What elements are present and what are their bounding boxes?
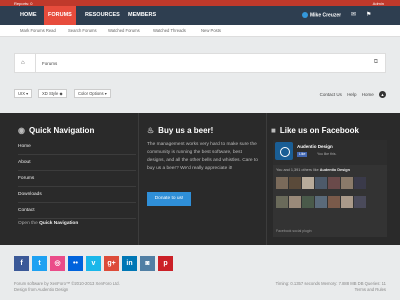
- beer-column: ♨ Buy us a beer! The management works ver…: [138, 113, 265, 245]
- facebook-heading: ■ Like us on Facebook: [271, 126, 359, 135]
- new-posts-link[interactable]: New Posts: [201, 28, 221, 33]
- fan-avatar[interactable]: [341, 177, 353, 189]
- quick-nav-home[interactable]: Home: [18, 139, 136, 155]
- copyright: Forum software by XenForo™ ©2010-2013 Xe…: [14, 281, 120, 293]
- fan-avatar[interactable]: [315, 177, 327, 189]
- fan-avatar[interactable]: [354, 196, 366, 208]
- style-controls: UIX ▾ XD Style ◆ Color Options ▾ Contact…: [14, 89, 386, 99]
- mark-forums-read-link[interactable]: Mark Forums Read: [20, 28, 56, 33]
- facebook-icon[interactable]: f: [14, 256, 29, 271]
- fan-avatar[interactable]: [302, 196, 314, 208]
- fan-avatar[interactable]: [302, 177, 314, 189]
- fan-avatar[interactable]: [289, 177, 301, 189]
- watched-forums-link[interactable]: Watched Forums: [108, 28, 140, 33]
- beer-icon: ♨: [147, 126, 155, 135]
- width-toggle-button[interactable]: UIX ▾: [14, 89, 33, 98]
- fan-avatar[interactable]: [276, 177, 288, 189]
- compass-icon: ◉: [18, 126, 25, 135]
- breadcrumb-forums[interactable]: Forums: [42, 61, 57, 66]
- fan-avatar[interactable]: [328, 196, 340, 208]
- fan-avatar[interactable]: [341, 196, 353, 208]
- home-icon[interactable]: ⌂: [21, 60, 25, 66]
- fb-page-name[interactable]: Audentio Design: [297, 144, 333, 149]
- username: Mike Creuzer: [310, 12, 342, 19]
- fb-like-count: You like this.: [317, 152, 337, 156]
- tab-home[interactable]: HOME: [20, 6, 37, 25]
- flickr-icon[interactable]: ••: [68, 256, 83, 271]
- footer-links: Contact Us Help Home ▲: [316, 91, 386, 98]
- main-nav: HOME FORUMS RESOURCES MEMBERS Mike Creuz…: [0, 6, 400, 25]
- open-quick-nav-link[interactable]: Open the Quick Navigation: [18, 221, 78, 226]
- help-link[interactable]: Help: [347, 92, 356, 97]
- page-logo[interactable]: [275, 142, 293, 160]
- footer-panel: ◉ Quick Navigation Home About Forums Down…: [0, 113, 400, 245]
- style-chooser-button[interactable]: XD Style ◆: [38, 89, 67, 98]
- dribbble-icon[interactable]: ◎: [50, 256, 65, 271]
- scroll-top-icon[interactable]: ▲: [379, 91, 386, 98]
- terms-link[interactable]: Terms and Rules: [276, 287, 386, 293]
- inbox-icon[interactable]: ✉: [351, 11, 356, 18]
- search-forums-link[interactable]: Search Forums: [68, 28, 97, 33]
- tab-forums[interactable]: FORUMS: [44, 6, 76, 25]
- reports-link[interactable]: Reports: 0: [14, 1, 32, 6]
- linkedin-icon[interactable]: in: [122, 256, 137, 271]
- quick-nav-contact[interactable]: Contact: [18, 203, 136, 219]
- pinterest-icon[interactable]: p: [158, 256, 173, 271]
- fan-avatar[interactable]: [315, 196, 327, 208]
- quick-nav-about[interactable]: About: [18, 155, 136, 171]
- fan-avatar[interactable]: [354, 177, 366, 189]
- fb-fans: You and 1,391 others like Audentio Desig…: [273, 165, 387, 237]
- quick-nav-heading: ◉ Quick Navigation: [18, 126, 95, 135]
- page-stats: Timing: 0.1357 seconds Memory: 7.888 MB …: [276, 281, 386, 293]
- fb-like-button[interactable]: Like: [297, 152, 308, 157]
- facebook-square-icon: ■: [271, 126, 276, 135]
- facebook-like-box: Audentio Design Like You like this. You …: [273, 140, 387, 237]
- sub-nav: Mark Forums Read Search Forums Watched F…: [0, 25, 400, 37]
- beer-heading: ♨ Buy us a beer!: [147, 126, 214, 135]
- instagram-icon[interactable]: ◙: [140, 256, 155, 271]
- design-credit[interactable]: Design from Audentio Design: [14, 287, 120, 293]
- google-plus-icon[interactable]: g+: [104, 256, 119, 271]
- tab-members[interactable]: MEMBERS: [128, 6, 156, 25]
- admin-link[interactable]: Admin: [373, 1, 384, 6]
- beer-description: The management works very hard to make s…: [147, 142, 258, 171]
- quick-nav-column: ◉ Quick Navigation Home About Forums Down…: [8, 113, 136, 245]
- twitter-icon[interactable]: t: [32, 256, 47, 271]
- fb-plugin-label[interactable]: Facebook social plugin: [276, 229, 312, 233]
- user-menu[interactable]: Mike Creuzer: [302, 12, 341, 18]
- fan-avatar[interactable]: [328, 177, 340, 189]
- flag-icon[interactable]: ⚑: [366, 11, 371, 18]
- fb-fans-text: You and 1,391 others like Audentio Desig…: [276, 168, 350, 172]
- contact-us-link[interactable]: Contact Us: [320, 92, 342, 97]
- breadcrumb: ⌂ Forums ⧉: [14, 53, 386, 73]
- donate-button[interactable]: Donate to us!: [147, 192, 191, 206]
- avatar: [302, 12, 308, 18]
- tab-resources[interactable]: RESOURCES: [85, 6, 120, 25]
- home-link[interactable]: Home: [362, 92, 374, 97]
- copy-link-icon[interactable]: ⧉: [374, 59, 378, 66]
- color-options-button[interactable]: Color Options ▾: [74, 89, 111, 98]
- vimeo-icon[interactable]: v: [86, 256, 101, 271]
- facebook-column: ■ Like us on Facebook Audentio Design Lik…: [266, 113, 392, 245]
- quick-nav-downloads[interactable]: Downloads: [18, 187, 136, 203]
- fan-avatar[interactable]: [276, 196, 288, 208]
- quick-nav-forums[interactable]: Forums: [18, 171, 136, 187]
- breadcrumb-divider: [35, 54, 36, 72]
- fan-avatar[interactable]: [289, 196, 301, 208]
- watched-threads-link[interactable]: Watched Threads: [153, 28, 186, 33]
